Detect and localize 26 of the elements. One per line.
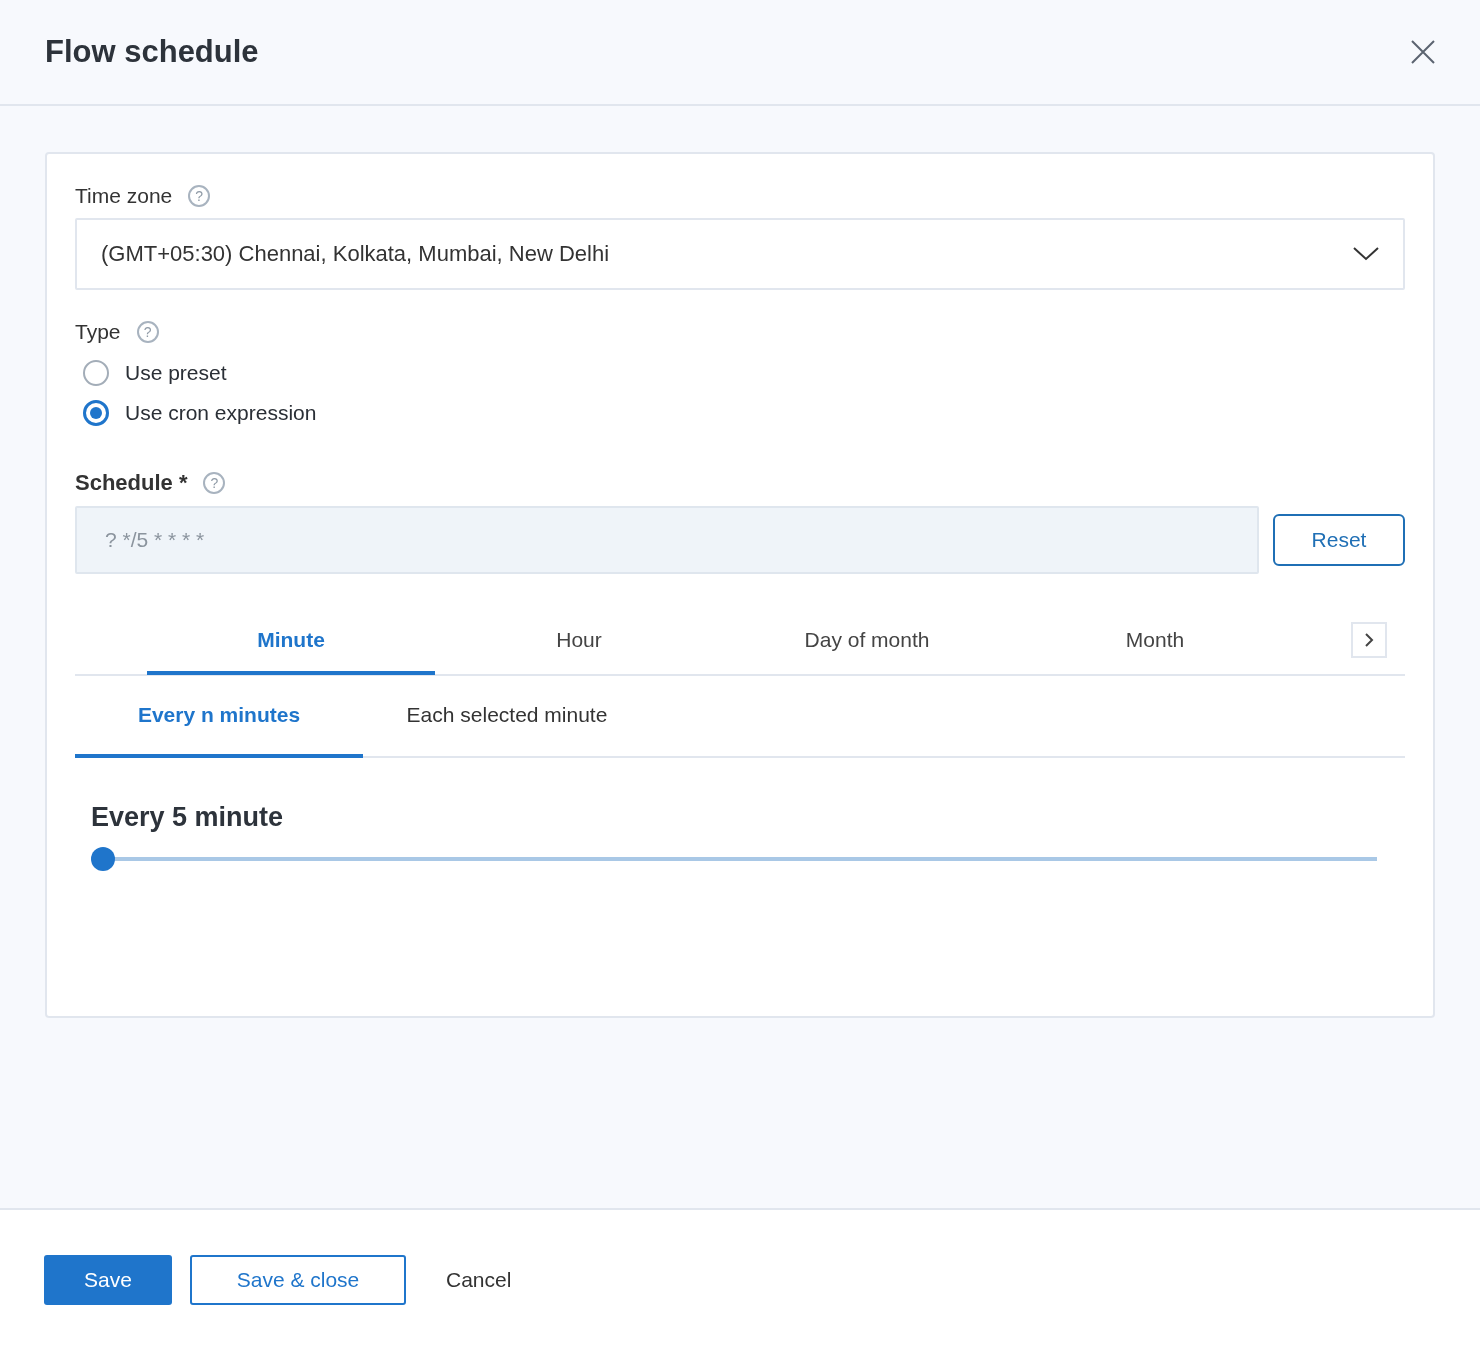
help-icon[interactable]: ?	[188, 185, 211, 207]
save-button[interactable]: Save	[44, 1255, 172, 1305]
tab[interactable]: Month	[1011, 609, 1299, 675]
interval-heading: Every 5 minute	[91, 802, 285, 833]
chevron-right-icon[interactable]	[1351, 622, 1387, 658]
reset-button[interactable]: Reset	[1273, 514, 1405, 566]
tab[interactable]: Day of month	[723, 609, 1011, 675]
radio-option[interactable]: Use preset	[83, 360, 1405, 386]
help-icon[interactable]: ?	[203, 472, 226, 494]
field-label: Schedule *	[75, 470, 188, 496]
slider-thumb[interactable]	[91, 847, 115, 871]
radio-option[interactable]: Use cron expression	[83, 400, 1405, 426]
field-label: Type	[75, 320, 121, 344]
tab[interactable]: Every n minutes	[75, 676, 363, 758]
tab[interactable]: Each selected minute	[363, 676, 651, 758]
time-zone-select[interactable]: (GMT+05:30) Chennai, Kolkata, Mumbai, New Delhi	[75, 218, 1405, 290]
tab[interactable]: Minute	[147, 609, 435, 675]
tab[interactable]: Hour	[435, 609, 723, 675]
cancel-button[interactable]: Cancel	[424, 1255, 534, 1305]
field-label: Time zone	[75, 184, 173, 208]
save-close-button[interactable]: Save & close	[190, 1255, 406, 1305]
dialog-title: Flow schedule	[45, 34, 259, 70]
chevron-down-icon	[1353, 247, 1379, 261]
close-icon[interactable]	[1410, 39, 1436, 65]
cron-expression-field[interactable]: ? */5 * * * *	[75, 506, 1259, 574]
help-icon[interactable]: ?	[136, 321, 159, 343]
